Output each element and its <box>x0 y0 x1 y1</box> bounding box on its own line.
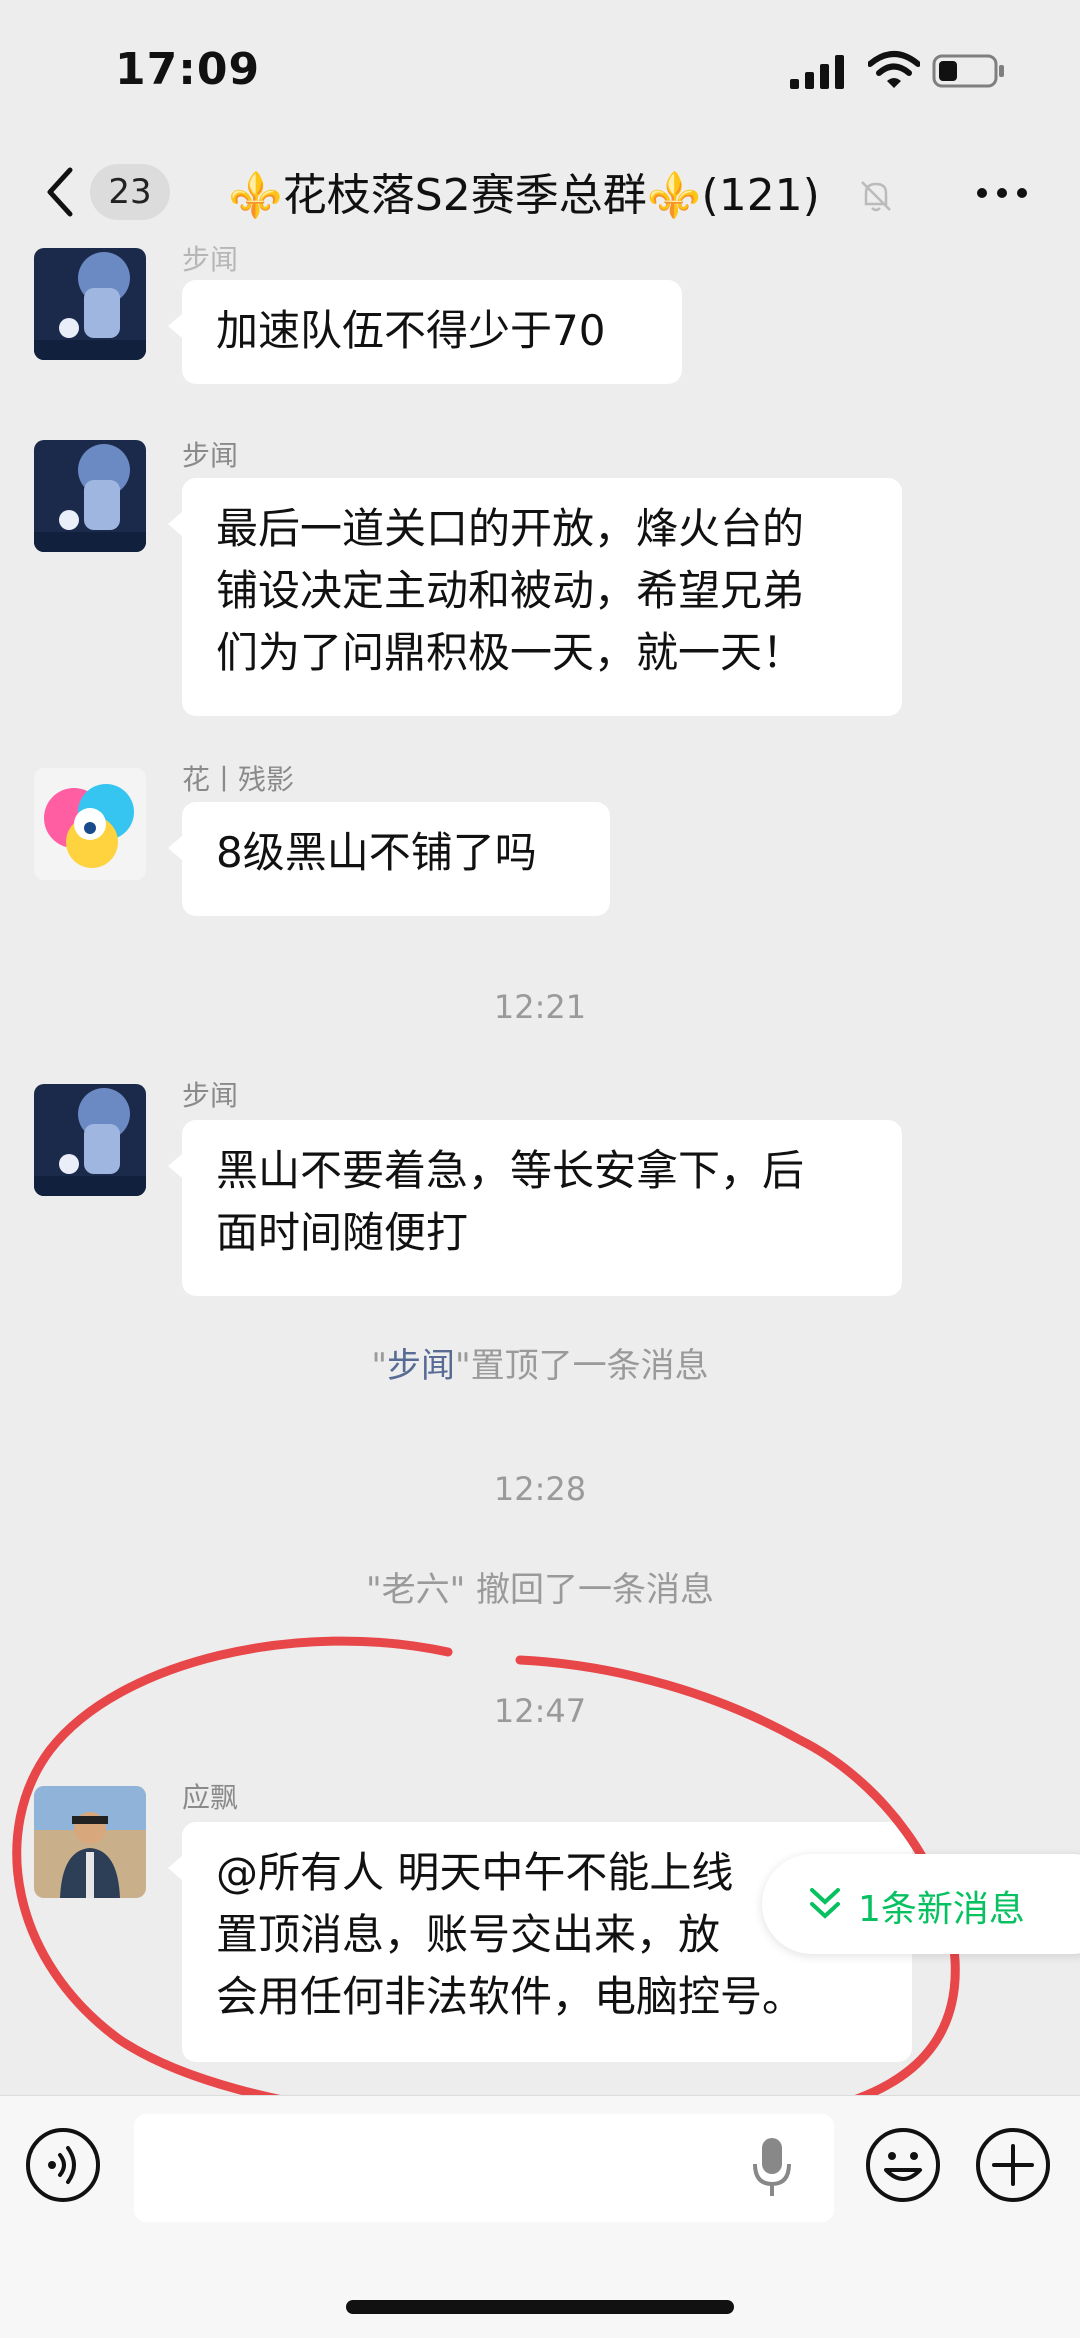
message-text: 会用任何非法软件，电脑控号。 <box>216 1972 805 2021</box>
avatar[interactable] <box>34 768 146 880</box>
message-input[interactable] <box>134 2114 834 2222</box>
avatar[interactable] <box>34 1084 146 1196</box>
chat-header: 23 ⚜️花枝落S2赛季总群⚜️(121) <box>0 140 1080 250</box>
message-text: 面时间随便打 <box>216 1208 469 1257</box>
fleur-de-lis-emoji: ⚜️ <box>228 170 283 221</box>
message-text: 铺设决定主动和被动，希望兄弟 <box>216 566 805 615</box>
message-text: 们为了问鼎积极一天，就一天！ <box>216 628 805 677</box>
avatar[interactable] <box>34 1786 146 1898</box>
battery-icon <box>932 54 1004 88</box>
double-chevron-down-icon <box>810 1888 840 1919</box>
new-messages-button[interactable]: 1条新消息 <box>762 1854 1080 1954</box>
plus-button[interactable] <box>974 2126 1052 2204</box>
new-messages-label: 1条新消息 <box>858 1889 1025 1930</box>
pinned-by-name[interactable]: 步闻 <box>387 1346 455 1386</box>
member-count: (121) <box>701 170 820 221</box>
fleur-de-lis-emoji: ⚜️ <box>646 170 702 221</box>
system-notice-recalled: "老六" 撤回了一条消息 <box>365 1570 715 1610</box>
cellular-signal-icon <box>790 55 844 89</box>
timestamp: 12:21 <box>493 988 587 1026</box>
message-bubble[interactable]: 加速队伍不得少于70 <box>168 280 682 384</box>
more-options-button[interactable] <box>972 168 1032 218</box>
back-button[interactable] <box>40 162 80 222</box>
message-text: 黑山不要着急，等长安拿下，后 <box>216 1146 805 1195</box>
message-text: 8级黑山不铺了吗 <box>216 828 537 877</box>
sender-name: 步闻 <box>182 243 239 276</box>
sender-name: 花丨残影 <box>182 763 295 796</box>
system-notice-pinned: "步闻"置顶了一条消息 <box>371 1346 709 1386</box>
avatar[interactable] <box>34 248 146 360</box>
message-bubble[interactable]: 最后一道关口的开放，烽火台的 铺设决定主动和被动，希望兄弟 们为了问鼎积极一天，… <box>168 478 902 716</box>
wifi-icon <box>868 51 920 88</box>
message-bubble[interactable]: 黑山不要着急，等长安拿下，后 面时间随便打 <box>168 1120 902 1296</box>
home-indicator[interactable] <box>346 2300 734 2314</box>
message-text: 最后一道关口的开放，烽火台的 <box>216 504 805 553</box>
mute-bell-icon <box>861 181 891 212</box>
recalled-by-name: "老六" <box>365 1570 466 1610</box>
emoji-button[interactable] <box>864 2126 942 2204</box>
group-name: 花枝落S2赛季总群 <box>282 170 647 221</box>
message-bubble[interactable]: 8级黑山不铺了吗 <box>168 802 610 916</box>
microphone-icon[interactable] <box>752 2136 792 2200</box>
status-time: 17:09 <box>115 44 261 95</box>
status-bar: 17:09 <box>0 0 1080 140</box>
voice-input-button[interactable] <box>24 2126 102 2204</box>
message-text: 加速队伍不得少于70 <box>216 306 606 355</box>
chat-title: ⚜️花枝落S2赛季总群⚜️(121) <box>228 162 868 226</box>
unread-count-badge[interactable]: 23 <box>90 164 170 220</box>
sender-name: 应飘 <box>182 1781 239 1814</box>
timestamp: 12:28 <box>493 1470 587 1508</box>
timestamp: 12:47 <box>493 1692 587 1730</box>
sender-name: 步闻 <box>182 1079 239 1112</box>
sender-name: 步闻 <box>182 439 239 472</box>
avatar[interactable] <box>34 440 146 552</box>
